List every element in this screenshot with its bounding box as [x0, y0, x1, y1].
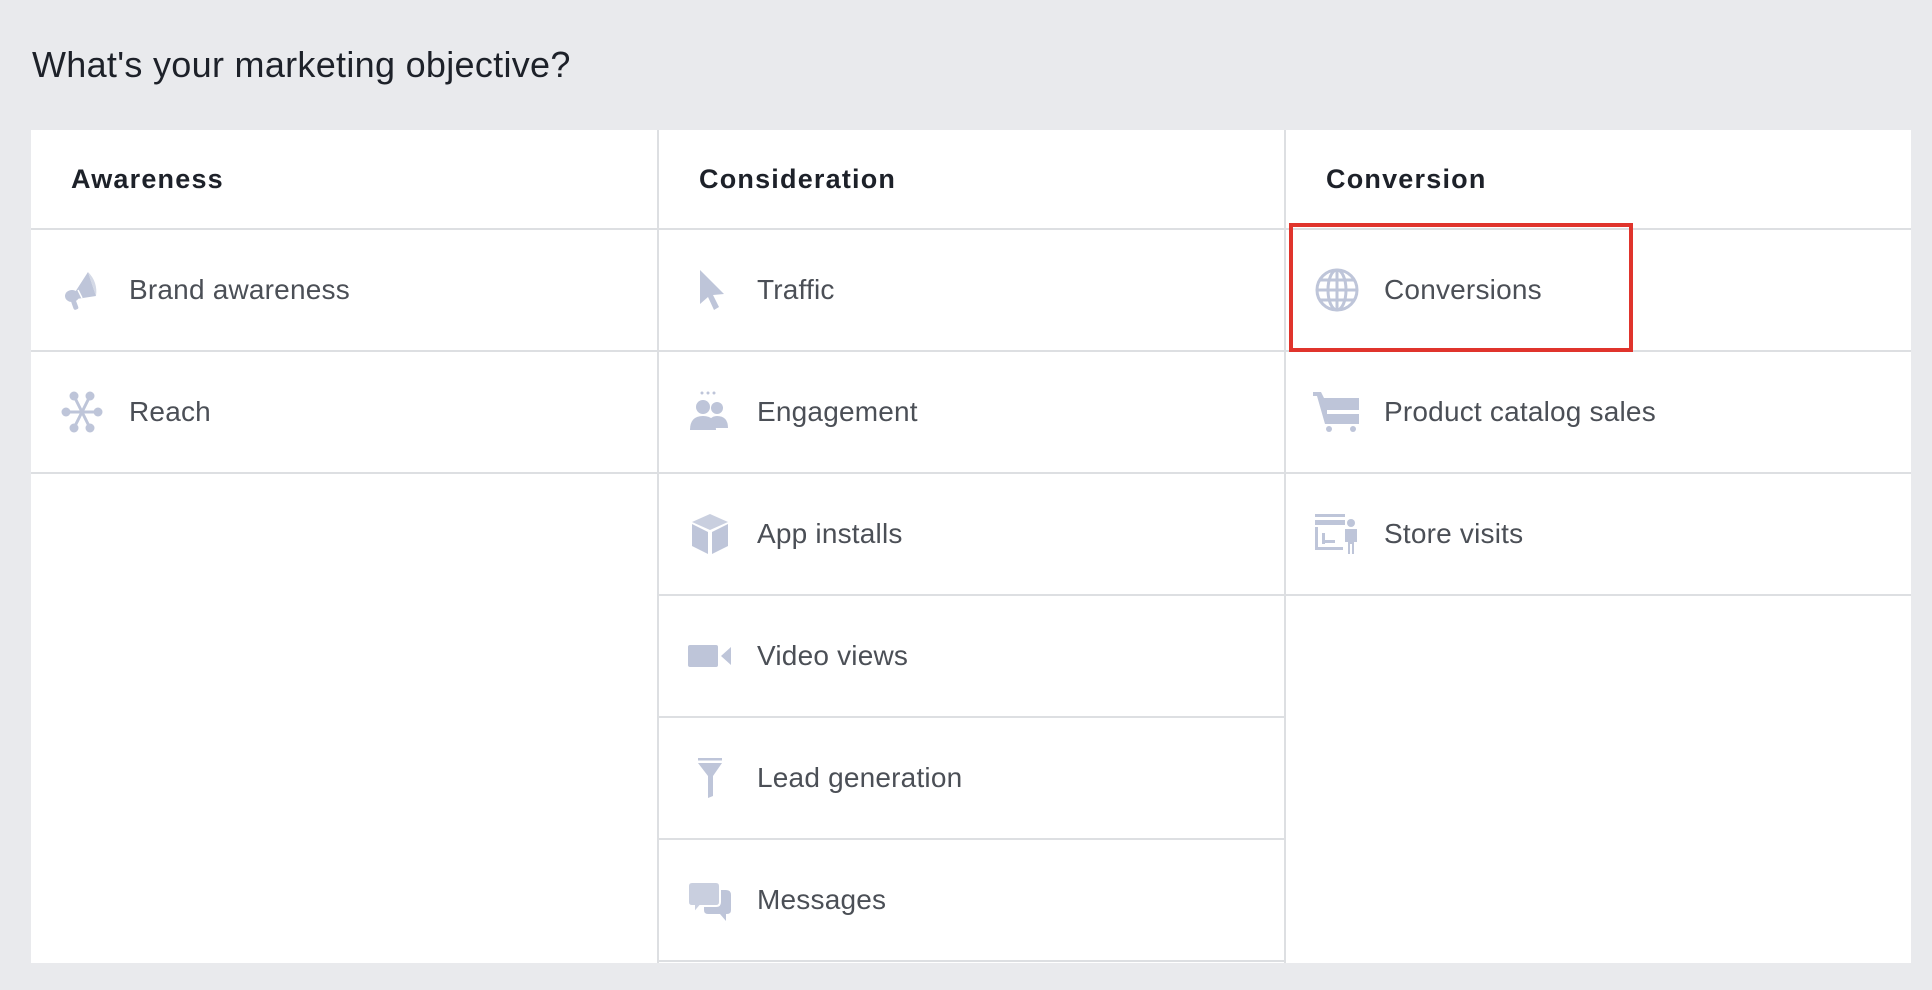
- cursor-icon: [685, 265, 735, 315]
- objective-product-catalog-sales[interactable]: Product catalog sales: [1286, 352, 1911, 474]
- objective-brand-awareness[interactable]: Brand awareness: [31, 230, 657, 352]
- objective-traffic[interactable]: Traffic: [659, 230, 1284, 352]
- objective-conversions[interactable]: Conversions: [1286, 230, 1911, 352]
- objective-reach[interactable]: Reach: [31, 352, 657, 474]
- objective-label: Traffic: [757, 274, 835, 305]
- box-icon: [685, 509, 735, 559]
- objective-app-installs[interactable]: App installs: [659, 474, 1284, 596]
- video-camera-icon: [685, 631, 735, 681]
- objective-store-visits[interactable]: Store visits: [1286, 474, 1911, 596]
- megaphone-icon: [57, 265, 107, 315]
- objective-lead-generation[interactable]: Lead generation: [659, 718, 1284, 840]
- page-title: What's your marketing objective?: [32, 44, 571, 85]
- objective-label: Reach: [129, 396, 211, 427]
- column-conversion: Conversion Conversions Product catalog s…: [1286, 130, 1911, 963]
- objective-video-views[interactable]: Video views: [659, 596, 1284, 718]
- objective-label: App installs: [757, 518, 903, 549]
- objective-label: Product catalog sales: [1384, 396, 1656, 427]
- objective-label: Lead generation: [757, 762, 963, 793]
- objective-engagement[interactable]: Engagement: [659, 352, 1284, 474]
- globe-icon: [1312, 265, 1362, 315]
- reach-network-icon: [57, 387, 107, 437]
- objective-panel: Awareness Brand awareness Reach Consider…: [31, 130, 1911, 963]
- funnel-icon: [685, 753, 735, 803]
- column-consideration: Consideration Traffic Engagement App ins…: [659, 130, 1286, 963]
- objective-messages[interactable]: Messages: [659, 840, 1284, 962]
- column-heading-awareness: Awareness: [31, 130, 657, 230]
- column-awareness: Awareness Brand awareness Reach: [31, 130, 659, 963]
- chat-bubbles-icon: [685, 875, 735, 925]
- objective-label: Store visits: [1384, 518, 1524, 549]
- column-heading-conversion: Conversion: [1286, 130, 1911, 230]
- objective-label: Conversions: [1384, 274, 1542, 305]
- objective-label: Messages: [757, 884, 887, 915]
- column-heading-consideration: Consideration: [659, 130, 1284, 230]
- shopping-cart-icon: [1312, 387, 1362, 437]
- people-icon: [685, 387, 735, 437]
- objective-label: Video views: [757, 640, 909, 671]
- store-visit-icon: [1312, 509, 1362, 559]
- objective-label: Engagement: [757, 396, 918, 427]
- objective-label: Brand awareness: [129, 274, 350, 305]
